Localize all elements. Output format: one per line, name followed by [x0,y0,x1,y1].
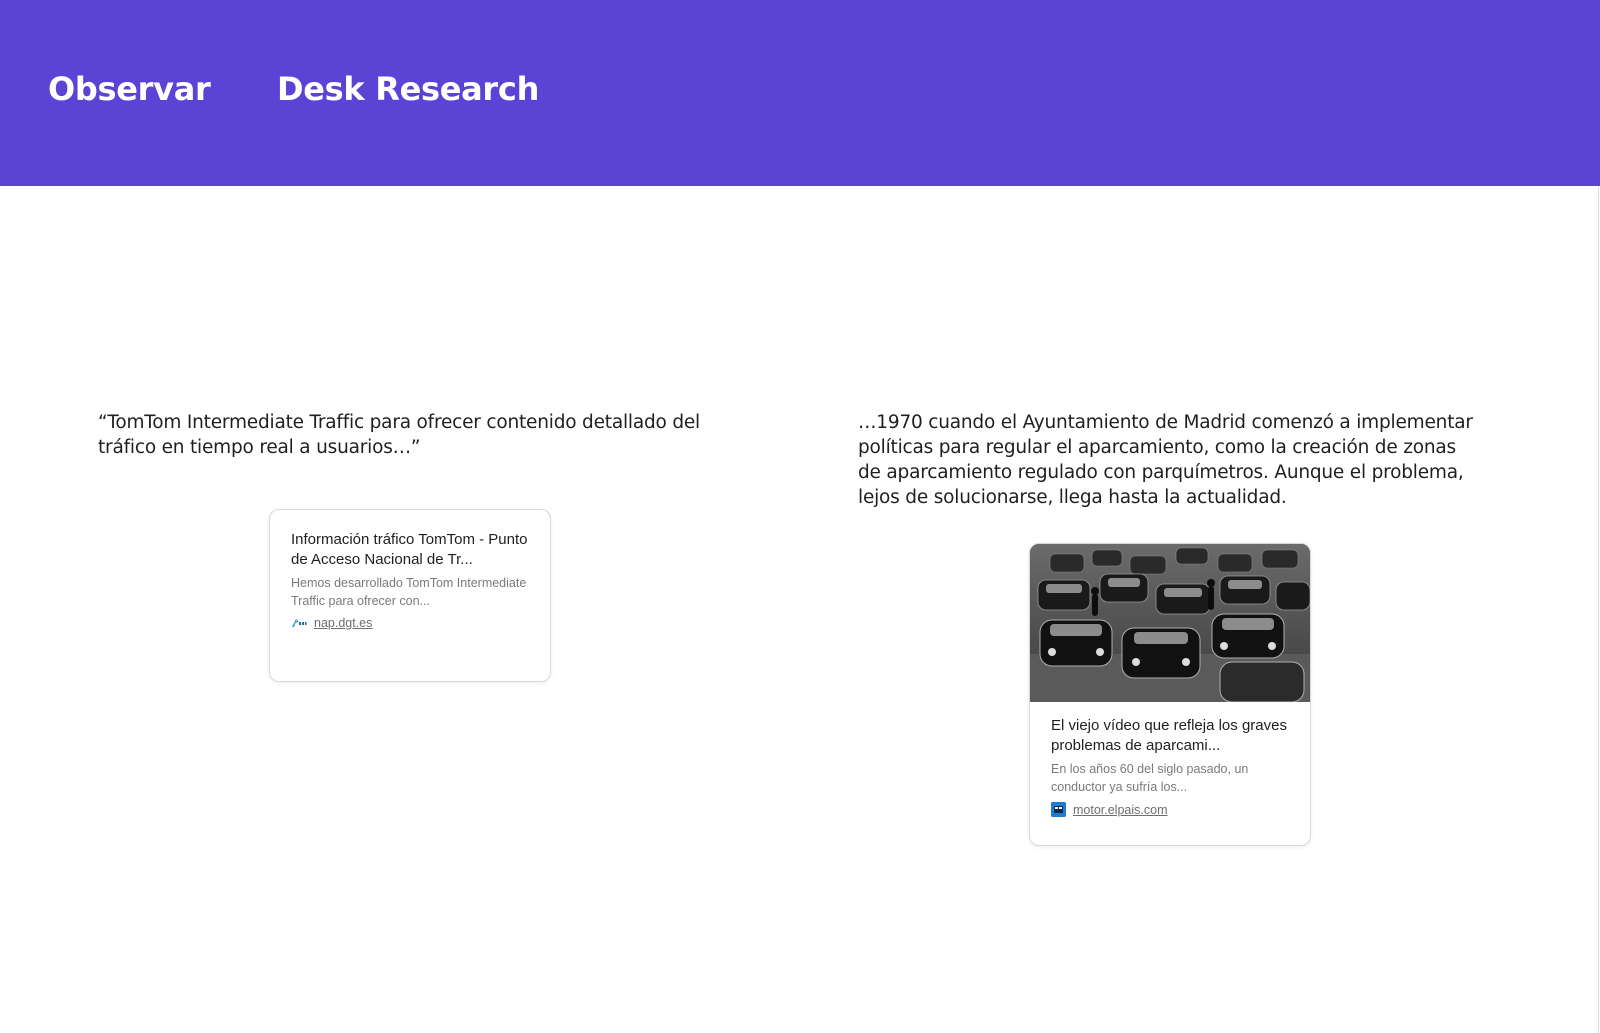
link-preview-card-elpais[interactable]: El viejo vídeo que refleja los graves pr… [1029,543,1311,846]
elpais-logo-icon [1051,802,1066,817]
quote-left: “TomTom Intermediate Traffic para ofrece… [98,412,700,458]
card-description: En los años 60 del siglo pasado, un cond… [1051,762,1249,794]
card-title[interactable]: Información tráfico TomTom - Punto de Ac… [291,530,529,570]
link-preview-card-dgt[interactable]: Información tráfico TomTom - Punto de Ac… [269,509,551,682]
source-link[interactable]: nap.dgt.es [314,616,372,630]
source-link[interactable]: motor.elpais.com [1073,803,1167,817]
card-description: Hemos desarrollado TomTom Intermediate T… [291,576,527,608]
dgt-logo-icon [291,618,307,628]
quote-right: …1970 cuando el Ayuntamiento de Madrid c… [858,412,1473,508]
card-source[interactable]: motor.elpais.com [1051,802,1289,817]
page-header: Observar Desk Research [0,0,1600,186]
card-title[interactable]: El viejo vídeo que refleja los graves pr… [1051,716,1289,756]
section-title: Observar [48,70,211,108]
page-divider [1598,186,1599,1033]
traffic-jam-photo[interactable] [1030,544,1311,702]
page-title: Desk Research [277,70,540,108]
card-source[interactable]: nap.dgt.es [291,616,529,630]
